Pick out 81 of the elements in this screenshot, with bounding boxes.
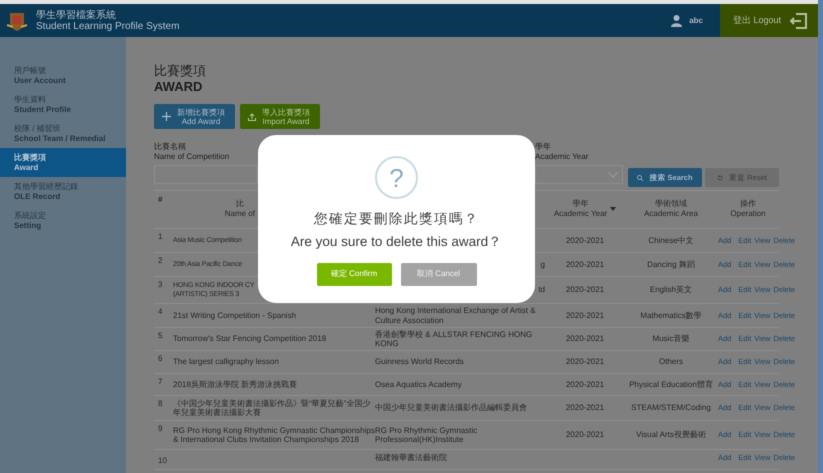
sort-icon (610, 207, 616, 211)
academic-year: 2020-2021 (566, 260, 604, 270)
academic-year: 2020-2021 (566, 236, 604, 246)
row-number: 6 (158, 354, 162, 363)
column-header: 學術領域 Academic Area (644, 199, 698, 219)
competition-name-field[interactable] (154, 165, 258, 184)
column-header: 學年 Academic Year (554, 199, 608, 219)
organizer-name: g (540, 260, 545, 270)
academic-year: 2020-2021 (566, 357, 604, 367)
column-header: 比 Name of (224, 199, 255, 219)
app-subtitle: Student Learning Profile System (36, 20, 180, 32)
plus-icon (162, 112, 171, 121)
sidebar-item[interactable]: 系統設定 Setting (0, 206, 126, 235)
competition-name: 《中国少年兒童美術書法攝影作品》暨“華夏兒藝”全国少年兒童美術書法攝影大賽 (173, 398, 372, 418)
academic-year: 2020-2021 (566, 380, 604, 390)
academic-area: Visual Arts視覺藝術 (636, 430, 706, 440)
organizer-name: 福建翰華書法藝術院 (375, 453, 448, 462)
column-header: # (158, 195, 164, 205)
academic-area: Others (658, 357, 683, 367)
user-icon (671, 14, 682, 26)
academic-area: Music音樂 (652, 334, 690, 344)
user-name: abc (689, 14, 703, 26)
row-number: 10 (158, 456, 167, 465)
academic-area: English英文 (650, 285, 692, 295)
competition-name: 21st Writing Competition - Spanish (173, 310, 298, 320)
academic-year: 2020-2021 (566, 285, 604, 295)
row-number: 4 (158, 307, 162, 316)
competition-name-label: Name of Competition (154, 152, 230, 162)
academic-year: 2020-2021 (566, 334, 604, 344)
sidebar-item[interactable]: 校隊 / 補習班 School Team / Remedial (0, 119, 126, 148)
organizer-name: RG Pro Rhythmic Gymnastic Professional(HK)Institute (375, 426, 478, 444)
sidebar-item[interactable]: 用戶帳號 User Account (0, 61, 126, 90)
row-number: 1 (158, 232, 162, 241)
row-number: 9 (158, 424, 162, 433)
competition-name: The largest calligraphy lesson (173, 357, 280, 367)
academic-area: Chinese中文 (648, 236, 694, 246)
column-header: 操作 Operation (730, 199, 766, 219)
reset-icon (717, 174, 724, 180)
sidebar-item[interactable]: 比賽獎項 Award (0, 148, 126, 177)
competition-name: RG Pro Hong Kong Rhythmic Gymnastic Championships & International Clubs Invitation Championships 2018 (173, 426, 375, 444)
page-subtitle: AWARD (154, 79, 204, 95)
competition-name-label: 比賽名稱 (154, 142, 187, 152)
upload-icon (248, 112, 256, 120)
row-number: 2 (158, 256, 162, 265)
sidebar-item[interactable]: 其他學習經歷記錄 OLE Record (0, 177, 126, 206)
academic-year: 2020-2021 (566, 403, 604, 413)
sidebar-item[interactable]: 學生資料 Student Profile (0, 90, 126, 119)
logout-button[interactable]: 登出 Logout (720, 4, 818, 37)
app-title: 學生學習檔案系統 (36, 10, 117, 20)
organizer-name: Osea Aquatics Academy (375, 380, 463, 390)
dialog-message: Are you sure to delete this award？ (290, 233, 502, 252)
academic-area: STEAM/STEM/Coding (631, 403, 711, 413)
row-number: 8 (158, 399, 162, 408)
search-icon (637, 174, 644, 180)
academic-year-label: Academic Year (535, 152, 590, 162)
organizer-name: Hong Kong International Exchange of Artist & Culture Association (375, 306, 537, 325)
add-award-button[interactable]: 新增比賽獎項 Add Award (154, 104, 235, 129)
academic-area: Mathematics數學 (640, 310, 702, 320)
logout-icon (789, 12, 808, 28)
row-number: 5 (158, 331, 162, 340)
chevron-down-icon (608, 172, 618, 178)
academic-year-select[interactable] (535, 165, 623, 184)
import-award-button[interactable]: 導入比賽獎項 Import Award (240, 104, 320, 129)
dialog-message: 您確定要刪除此獎項嗎？ (314, 210, 479, 228)
row-number: 3 (158, 280, 162, 289)
academic-year-label: 學年 (535, 142, 552, 152)
row-number: 7 (158, 377, 162, 386)
academic-year: 2020-2021 (566, 430, 604, 440)
page-title: 比賽獎項 (154, 63, 207, 79)
academic-year: 2020-2021 (566, 310, 604, 320)
competition-name: 2018吳斯游泳學院 新秀游泳挑戰賽 (173, 380, 298, 390)
question-icon: ? (375, 156, 418, 199)
organizer-name: 香港劍擊學校 & ALLSTAR FENCING HONG KONG (375, 330, 534, 348)
academic-area: Dancing 舞蹈 (647, 260, 695, 270)
organizer-name: Guinness World Records (375, 357, 465, 367)
organizer-name: td (538, 285, 545, 295)
cancel-button[interactable]: 取消 Cancel (400, 262, 476, 286)
organizer-name: 中国少年兒童美術書法攝影作品編輯委員會 (375, 403, 528, 413)
academic-area: Physical Education體育 (629, 380, 713, 390)
confirm-button[interactable]: 確定 Confirm (316, 262, 392, 286)
competition-name: Tomorrow's Star Fencing Competition 2018 (173, 334, 328, 344)
